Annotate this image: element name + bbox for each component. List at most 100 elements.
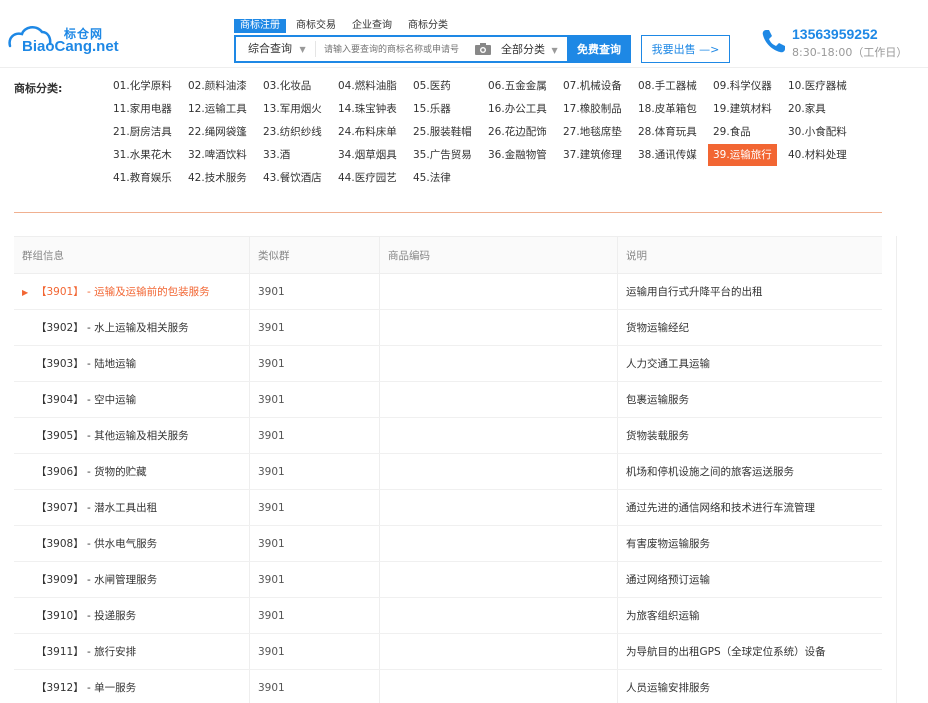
caret-right-icon: ▶: [22, 288, 29, 297]
category-item[interactable]: 40.材料处理: [783, 144, 852, 166]
group-cell[interactable]: 【3905】 - 其他运输及相关服务: [14, 418, 250, 453]
group-cell[interactable]: 【3910】 - 投递服务: [14, 598, 250, 633]
category-item[interactable]: 23.纺织纱线: [258, 121, 327, 143]
table-row[interactable]: 【3912】 - 单一服务 3901 人员运输安排服务: [14, 670, 882, 703]
group-cell[interactable]: 【3904】 - 空中运输: [14, 382, 250, 417]
table-row[interactable]: 【3907】 - 潜水工具出租 3901 通过先进的通信网络和技术进行车流管理: [14, 490, 882, 526]
category-item[interactable]: 37.建筑修理: [558, 144, 627, 166]
category-item[interactable]: 35.广告贸易: [408, 144, 477, 166]
category-item[interactable]: 22.绳网袋篷: [183, 121, 252, 143]
category-item[interactable]: 05.医药: [408, 75, 456, 97]
category-item[interactable]: 09.科学仪器: [708, 75, 777, 97]
search-tab[interactable]: 商标分类: [402, 19, 454, 33]
item-code-cell: [380, 274, 618, 309]
category-item[interactable]: 39.运输旅行: [708, 144, 777, 166]
category-select[interactable]: 全部分类 ▼: [501, 41, 567, 57]
table-row[interactable]: 【3905】 - 其他运输及相关服务 3901 货物装载服务: [14, 418, 882, 454]
category-item[interactable]: 10.医疗器械: [783, 75, 852, 97]
category-item[interactable]: 06.五金金属: [483, 75, 552, 97]
group-cell[interactable]: 【3909】 - 水闸管理服务: [14, 562, 250, 597]
group-cell[interactable]: 【3907】 - 潜水工具出租: [14, 490, 250, 525]
category-item[interactable]: 29.食品: [708, 121, 756, 143]
group-label: 【3910】 - 投递服务: [36, 610, 137, 622]
contact-phone: 13563959252: [792, 26, 878, 42]
table-row[interactable]: 【3903】 - 陆地运输 3901 人力交通工具运输: [14, 346, 882, 382]
group-cell[interactable]: 【3902】 - 水上运输及相关服务: [14, 310, 250, 345]
site-header: 标仓网 BiaoCang.net 商标注册 商标交易 企业查询 商标分类 综合查询 ▼…: [0, 0, 928, 68]
camera-icon[interactable]: [473, 42, 493, 56]
table-row[interactable]: 【3909】 - 水闸管理服务 3901 通过网络预订运输: [14, 562, 882, 598]
header-item-code: 商品编码: [380, 237, 618, 273]
table-row[interactable]: 【3904】 - 空中运输 3901 包裹运输服务: [14, 382, 882, 418]
category-item[interactable]: 26.花边配饰: [483, 121, 552, 143]
category-item[interactable]: 21.厨房洁具: [108, 121, 177, 143]
category-item[interactable]: 13.军用烟火: [258, 98, 327, 120]
search-tab[interactable]: 企业查询: [346, 19, 398, 33]
category-item[interactable]: 43.餐饮酒店: [258, 167, 327, 189]
similar-group-cell: 3901: [250, 598, 380, 633]
search-button[interactable]: 免费查询: [567, 35, 631, 63]
item-code-cell: [380, 418, 618, 453]
category-item[interactable]: 02.颜料油漆: [183, 75, 252, 97]
search-tab[interactable]: 商标交易: [290, 19, 342, 33]
table-row[interactable]: 【3911】 - 旅行安排 3901 为导航目的出租GPS（全球定位系统）设备: [14, 634, 882, 670]
category-item[interactable]: 42.技术服务: [183, 167, 252, 189]
search-box: 综合查询 ▼ 全部分类 ▼ 免费查询: [234, 35, 631, 63]
group-cell[interactable]: 【3912】 - 单一服务: [14, 670, 250, 703]
group-cell[interactable]: 【3911】 - 旅行安排: [14, 634, 250, 669]
category-item[interactable]: 45.法律: [408, 167, 456, 189]
category-item[interactable]: 34.烟草烟具: [333, 144, 402, 166]
item-code-cell: [380, 454, 618, 489]
category-item[interactable]: 12.运输工具: [183, 98, 252, 120]
search-tabs: 商标注册 商标交易 企业查询 商标分类: [234, 19, 458, 33]
search-tab[interactable]: 商标注册: [234, 19, 286, 33]
item-code-cell: [380, 490, 618, 525]
category-item[interactable]: 24.布料床单: [333, 121, 402, 143]
group-cell[interactable]: ▶ 【3901】 - 运输及运输前的包装服务: [14, 274, 250, 309]
category-item[interactable]: 14.珠宝钟表: [333, 98, 402, 120]
category-item[interactable]: 15.乐器: [408, 98, 456, 120]
table-row[interactable]: 【3908】 - 供水电气服务 3901 有害废物运输服务: [14, 526, 882, 562]
category-item[interactable]: 44.医疗园艺: [333, 167, 402, 189]
group-cell[interactable]: 【3906】 - 货物的贮藏: [14, 454, 250, 489]
description-cell: 为导航目的出租GPS（全球定位系统）设备: [626, 646, 826, 658]
category-item[interactable]: 03.化妆品: [258, 75, 316, 97]
category-item[interactable]: 27.地毯席垫: [558, 121, 627, 143]
category-item[interactable]: 19.建筑材料: [708, 98, 777, 120]
category-item[interactable]: 11.家用电器: [108, 98, 177, 120]
category-item[interactable]: 04.燃料油脂: [333, 75, 402, 97]
similar-group-cell: 3901: [250, 526, 380, 561]
category-item[interactable]: 16.办公工具: [483, 98, 552, 120]
sell-trademark-button[interactable]: 我要出售 —>: [641, 35, 730, 63]
category-item[interactable]: 38.通讯传媒: [633, 144, 702, 166]
search-scope-select[interactable]: 综合查询 ▼: [236, 41, 316, 57]
category-item[interactable]: 18.皮革箱包: [633, 98, 702, 120]
category-item[interactable]: 08.手工器械: [633, 75, 702, 97]
group-cell[interactable]: 【3903】 - 陆地运输: [14, 346, 250, 381]
category-item[interactable]: 31.水果花木: [108, 144, 177, 166]
category-item[interactable]: 01.化学原料: [108, 75, 177, 97]
table-row[interactable]: 【3906】 - 货物的贮藏 3901 机场和停机设施之间的旅客运送服务: [14, 454, 882, 490]
table-row[interactable]: 【3902】 - 水上运输及相关服务 3901 货物运输经纪: [14, 310, 882, 346]
item-code-cell: [380, 346, 618, 381]
category-item[interactable]: 07.机械设备: [558, 75, 627, 97]
site-logo[interactable]: 标仓网 BiaoCang.net: [6, 22, 119, 60]
category-item[interactable]: 41.教育娱乐: [108, 167, 177, 189]
group-cell[interactable]: 【3908】 - 供水电气服务: [14, 526, 250, 561]
chevron-down-icon: ▼: [551, 46, 558, 55]
category-item[interactable]: 17.橡胶制品: [558, 98, 627, 120]
contact-hours: 8:30-18:00（工作日）: [792, 46, 908, 59]
category-item[interactable]: 30.小食配料: [783, 121, 852, 143]
group-label: 【3904】 - 空中运输: [36, 394, 137, 406]
group-label: 【3906】 - 货物的贮藏: [36, 466, 147, 478]
category-item[interactable]: 25.服装鞋帽: [408, 121, 477, 143]
table-row[interactable]: 【3910】 - 投递服务 3901 为旅客组织运输: [14, 598, 882, 634]
category-item[interactable]: 28.体育玩具: [633, 121, 702, 143]
table-row[interactable]: ▶ 【3901】 - 运输及运输前的包装服务 3901 运输用自行式升降平台的出租: [14, 274, 882, 310]
search-input[interactable]: [316, 39, 473, 59]
category-item[interactable]: 33.酒: [258, 144, 295, 166]
category-item[interactable]: 32.啤酒饮料: [183, 144, 252, 166]
group-label: 【3902】 - 水上运输及相关服务: [36, 322, 189, 334]
category-item[interactable]: 36.金融物管: [483, 144, 552, 166]
category-item[interactable]: 20.家具: [783, 98, 831, 120]
